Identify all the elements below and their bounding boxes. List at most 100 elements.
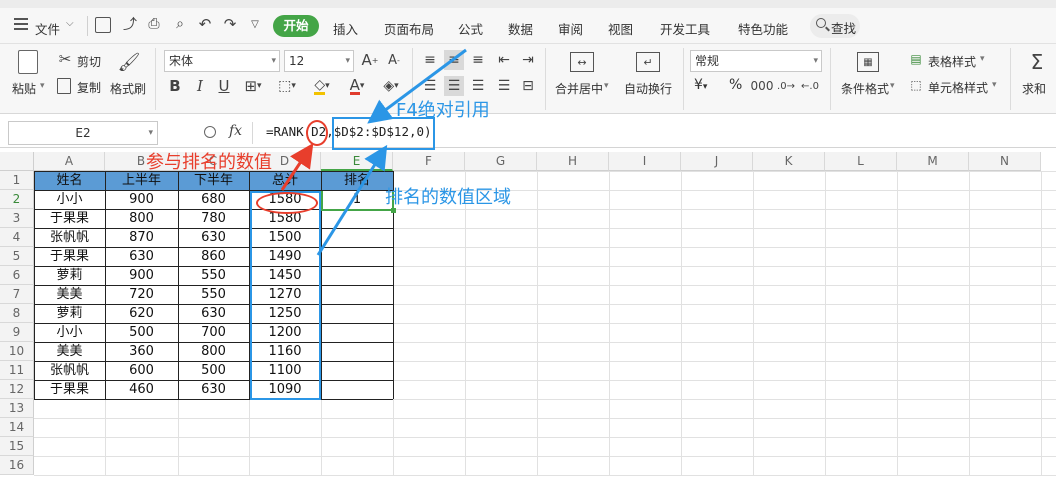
save-icon[interactable] xyxy=(95,17,111,33)
more-icon[interactable]: ▽ xyxy=(248,15,262,33)
format-painter-icon[interactable]: 🖌 xyxy=(118,50,141,74)
justify-icon[interactable]: ☰ xyxy=(494,76,514,96)
table-cell-name[interactable]: 于果果 xyxy=(34,247,105,266)
table-cell-h1[interactable]: 620 xyxy=(105,304,178,323)
fx-icon[interactable]: fx xyxy=(229,123,242,139)
select-all-corner[interactable] xyxy=(0,152,34,171)
percent-format-button[interactable]: % xyxy=(729,77,742,93)
borders-icon[interactable]: ⊞ ▾ xyxy=(238,76,268,96)
row-header-5[interactable]: 5 xyxy=(0,247,34,266)
table-cell-h2[interactable]: 500 xyxy=(178,361,249,380)
align-bottom-icon[interactable]: ≡ xyxy=(468,50,488,70)
scissors-icon[interactable]: ✂ xyxy=(57,50,73,68)
increase-font-icon[interactable]: A + xyxy=(360,50,380,70)
table-cell-rank[interactable] xyxy=(321,228,393,247)
column-header-g[interactable]: G xyxy=(465,152,537,171)
table-cell-rank[interactable] xyxy=(321,285,393,304)
table-cell-h2[interactable]: 780 xyxy=(178,209,249,228)
row-header-1[interactable]: 1 xyxy=(0,171,34,190)
indent-increase-icon[interactable]: ⇥ xyxy=(518,50,538,70)
table-cell-h2[interactable]: 700 xyxy=(178,323,249,342)
tab-view[interactable]: 视图 xyxy=(608,19,633,38)
table-cell-h1[interactable]: 500 xyxy=(105,323,178,342)
conditional-format-icon[interactable]: ▦ xyxy=(857,52,879,72)
format-painter-label[interactable]: 格式刷 xyxy=(110,80,146,97)
row-header-16[interactable]: 16 xyxy=(0,456,34,475)
paste-label[interactable]: 粘贴 xyxy=(12,80,36,97)
row-header-2[interactable]: 2 xyxy=(0,190,34,209)
table-cell-h2[interactable]: 680 xyxy=(178,190,249,209)
table-cell-name[interactable]: 美美 xyxy=(34,285,105,304)
zoom-search-icon[interactable] xyxy=(204,126,216,138)
row-header-14[interactable]: 14 xyxy=(0,418,34,437)
table-cell-h1[interactable]: 870 xyxy=(105,228,178,247)
redo-icon[interactable]: ↷ xyxy=(221,15,239,33)
header-cell-name[interactable]: 姓名 xyxy=(34,171,105,190)
align-right-icon[interactable]: ☰ xyxy=(468,76,488,96)
table-cell-h2[interactable]: 630 xyxy=(178,380,249,399)
row-header-3[interactable]: 3 xyxy=(0,209,34,228)
table-cell-rank[interactable] xyxy=(321,380,393,399)
cell-border-style-icon[interactable]: ⬚ ▾ xyxy=(272,76,302,96)
chevron-down-icon[interactable]: ▾ xyxy=(40,81,45,91)
chevron-down-icon[interactable]: ▾ xyxy=(992,80,997,90)
font-size-select[interactable]: 12 ▾ xyxy=(284,50,354,72)
merge-center-label[interactable]: 合并居中 xyxy=(555,80,603,97)
distributed-icon[interactable]: ⊟ xyxy=(518,76,538,96)
export-icon[interactable]: ⤴ xyxy=(121,15,139,33)
table-cell-name[interactable]: 张帆帆 xyxy=(34,228,105,247)
table-cell-name[interactable]: 张帆帆 xyxy=(34,361,105,380)
row-header-15[interactable]: 15 xyxy=(0,437,34,456)
tab-special-features[interactable]: 特色功能 xyxy=(738,19,788,38)
conditional-format-label[interactable]: 条件格式 xyxy=(841,80,889,97)
column-header-n[interactable]: N xyxy=(969,152,1041,171)
table-cell-h1[interactable]: 360 xyxy=(105,342,178,361)
table-cell-h2[interactable]: 550 xyxy=(178,285,249,304)
column-header-f[interactable]: F xyxy=(393,152,465,171)
menu-file[interactable]: 文件 xyxy=(35,19,60,38)
table-cell-rank[interactable] xyxy=(321,247,393,266)
tab-data[interactable]: 数据 xyxy=(508,19,533,38)
cell-style-label[interactable]: 单元格样式 xyxy=(928,79,988,96)
table-style-icon[interactable]: ▤ xyxy=(908,52,924,66)
chevron-down-icon[interactable]: ▾ xyxy=(980,54,985,64)
thousands-separator-icon[interactable]: 000 xyxy=(751,77,774,95)
table-cell-h1[interactable]: 900 xyxy=(105,266,178,285)
table-cell-h2[interactable]: 860 xyxy=(178,247,249,266)
sum-label[interactable]: 求和 xyxy=(1022,80,1046,97)
row-header-12[interactable]: 12 xyxy=(0,380,34,399)
undo-icon[interactable]: ↶ xyxy=(196,15,214,33)
table-cell-rank[interactable] xyxy=(321,342,393,361)
name-box[interactable]: E2 ▾ xyxy=(8,121,158,145)
decrease-font-icon[interactable]: A- xyxy=(384,50,404,70)
bold-icon[interactable]: B xyxy=(165,76,185,96)
table-cell-h2[interactable]: 630 xyxy=(178,304,249,323)
cell-style-icon[interactable]: ⬚ xyxy=(908,78,924,92)
align-left-icon[interactable]: ☰ xyxy=(420,76,440,96)
table-cell-h1[interactable]: 600 xyxy=(105,361,178,380)
table-cell-rank[interactable] xyxy=(321,209,393,228)
paste-icon[interactable] xyxy=(18,50,38,74)
merge-center-icon[interactable]: ↔ xyxy=(570,52,594,72)
table-cell-name[interactable]: 美美 xyxy=(34,342,105,361)
row-header-8[interactable]: 8 xyxy=(0,304,34,323)
hamburger-icon[interactable] xyxy=(14,18,28,30)
column-header-i[interactable]: I xyxy=(609,152,681,171)
table-cell-name[interactable]: 小小 xyxy=(34,323,105,342)
align-top-icon[interactable]: ≡ xyxy=(420,50,440,70)
column-header-m[interactable]: M xyxy=(897,152,969,171)
number-format-select[interactable]: 常规 ▾ xyxy=(690,50,822,72)
chevron-down-icon[interactable]: ⌵ xyxy=(66,18,74,29)
indent-decrease-icon[interactable]: ⇤ xyxy=(494,50,514,70)
column-header-j[interactable]: J xyxy=(681,152,753,171)
cut-label[interactable]: 剪切 xyxy=(77,53,101,70)
table-cell-rank[interactable] xyxy=(321,361,393,380)
table-cell-h2[interactable]: 800 xyxy=(178,342,249,361)
row-header-9[interactable]: 9 xyxy=(0,323,34,342)
table-cell-h1[interactable]: 720 xyxy=(105,285,178,304)
column-header-h[interactable]: H xyxy=(537,152,609,171)
font-name-select[interactable]: 宋体 ▾ xyxy=(164,50,280,72)
tab-page-layout[interactable]: 页面布局 xyxy=(384,19,434,38)
decrease-decimal-icon[interactable]: ←.0 xyxy=(800,77,820,95)
tab-review[interactable]: 审阅 xyxy=(558,19,583,38)
